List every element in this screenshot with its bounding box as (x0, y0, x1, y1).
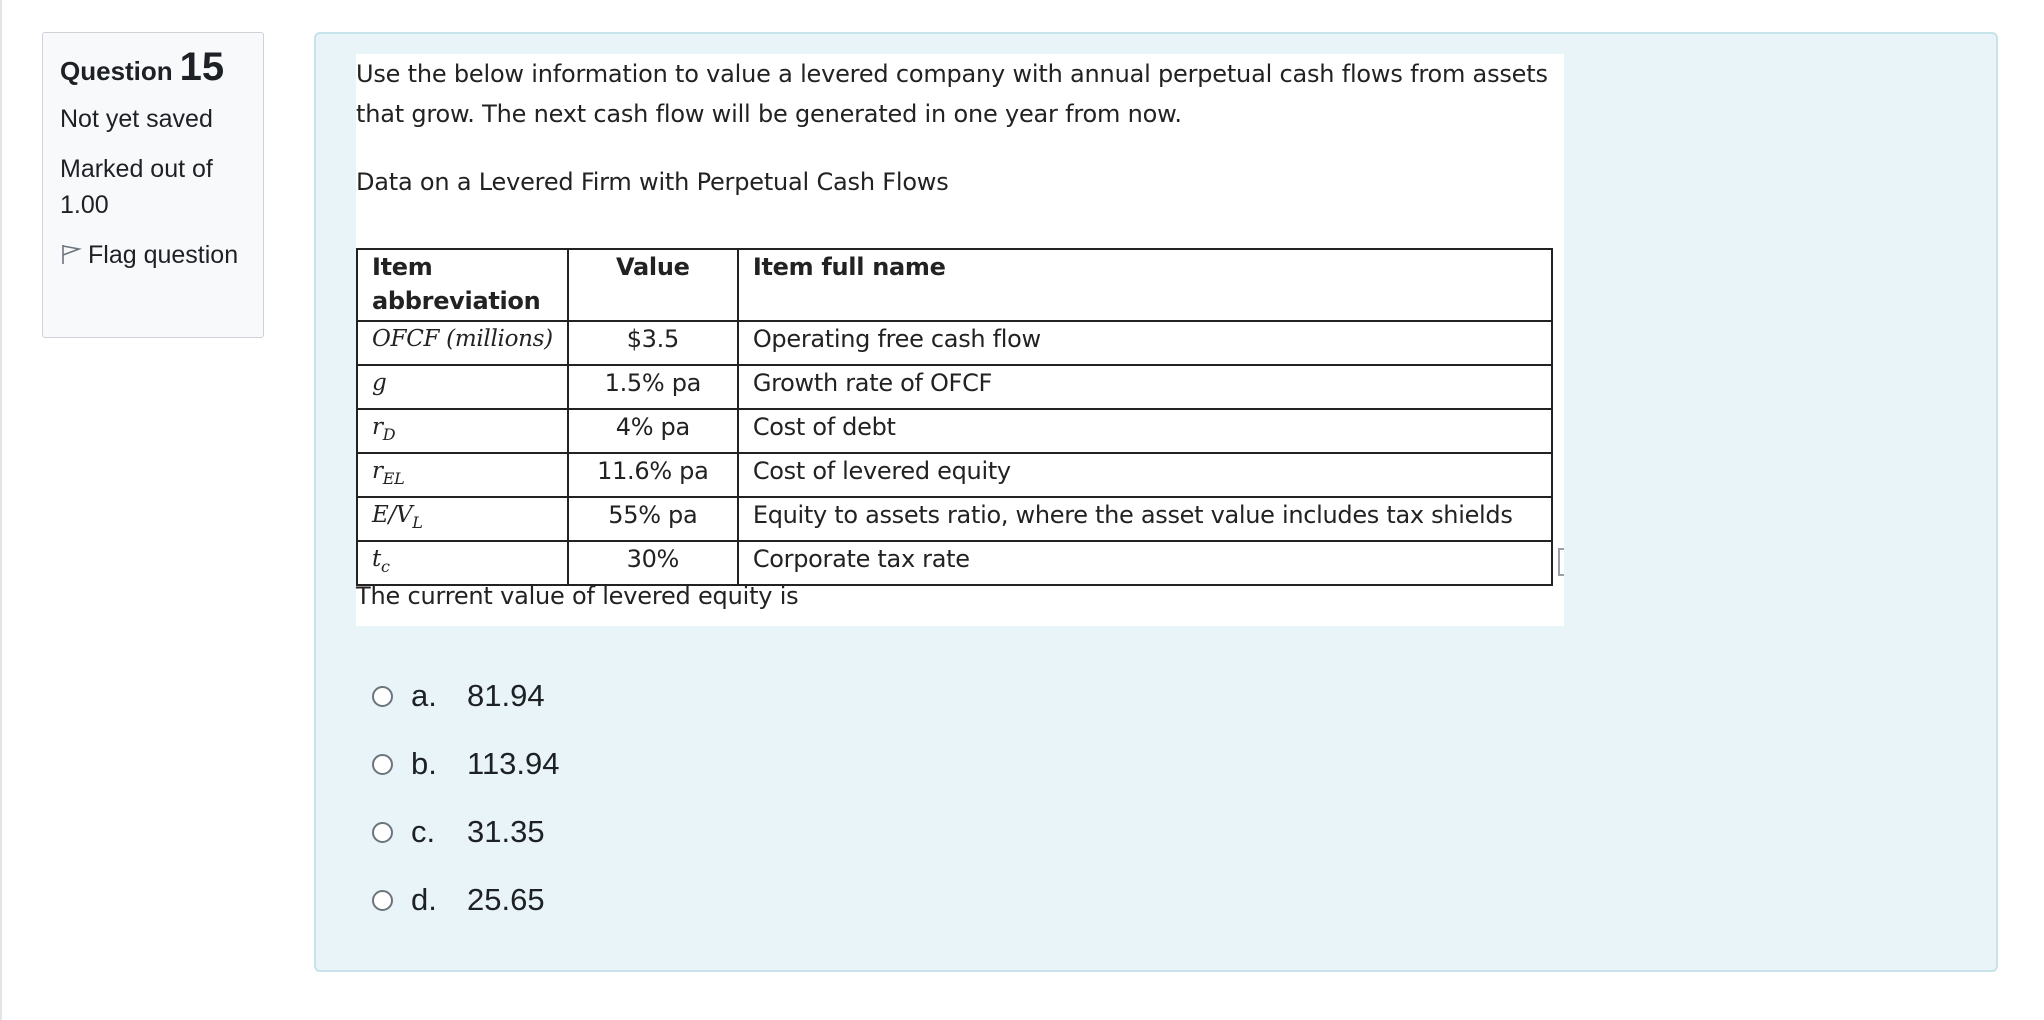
abbr-cell: tc (356, 540, 569, 586)
full-name-cell: Corporate tax rate (736, 540, 1553, 586)
column-header-full-name: Item full name (736, 248, 1553, 322)
image-resize-mark (1558, 548, 1564, 576)
save-status: Not yet saved (60, 105, 213, 133)
abbr-cell: rD (356, 408, 569, 454)
table-row: g 1.5% pa Growth rate of OFCF (356, 364, 1553, 410)
table-header-row: Item abbreviation Value Item full name (356, 248, 1553, 322)
radio-unchecked-icon[interactable] (372, 821, 393, 843)
table-caption: Data on a Levered Firm with Perpetual Ca… (356, 168, 949, 196)
answer-option-d[interactable]: d. 25.65 (372, 866, 560, 934)
question-info-panel: Question 15 Not yet saved Marked out of … (42, 32, 264, 338)
answer-letter: b. (411, 746, 437, 781)
abbr-cell: E/VL (356, 496, 569, 542)
answer-value: 113.94 (467, 746, 560, 781)
full-name-cell: Operating free cash flow (736, 320, 1553, 366)
abbr-text: r (372, 414, 383, 440)
answer-option-b[interactable]: b. 113.94 (372, 730, 560, 798)
question-label: Question (60, 56, 173, 86)
answer-option-c[interactable]: c. 31.35 (372, 798, 560, 866)
full-name-cell: Equity to assets ratio, where the asset … (736, 496, 1553, 542)
question-number: 15 (179, 45, 225, 89)
page-left-border (0, 0, 2, 1020)
abbr-text: E/V (372, 502, 413, 528)
value-cell: $3.5 (566, 320, 739, 366)
value-cell: 30% (566, 540, 739, 586)
marks-info: Marked out of 1.00 (60, 155, 213, 219)
answer-option-a[interactable]: a. 81.94 (372, 662, 560, 730)
answer-value: 25.65 (467, 882, 545, 917)
column-header-value: Value (566, 248, 739, 322)
answer-value: 31.35 (467, 814, 545, 849)
abbr-subscript: EL (382, 469, 405, 488)
abbr-cell: g (356, 364, 569, 410)
abbr-text: OFCF (millions) (372, 326, 553, 352)
column-header-abbreviation: Item abbreviation (356, 248, 569, 322)
abbr-cell: rEL (356, 452, 569, 498)
value-cell: 55% pa (566, 496, 739, 542)
table-row: rEL 11.6% pa Cost of levered equity (356, 452, 1553, 498)
flag-outline-icon (62, 245, 82, 264)
table-row: OFCF (millions) $3.5 Operating free cash… (356, 320, 1553, 366)
table-row: E/VL 55% pa Equity to assets ratio, wher… (356, 496, 1553, 542)
answer-letter: a. (411, 678, 437, 713)
abbr-subscript: D (382, 425, 396, 444)
radio-unchecked-icon[interactable] (372, 753, 393, 775)
answer-value: 81.94 (467, 678, 545, 713)
value-cell: 11.6% pa (566, 452, 739, 498)
value-cell: 4% pa (566, 408, 739, 454)
abbr-text: t (372, 546, 381, 572)
abbr-subscript: c (380, 557, 390, 576)
question-heading: Question 15 (60, 47, 247, 87)
flag-question-button[interactable]: Flag question (60, 237, 247, 273)
answer-letter: c. (411, 814, 436, 849)
radio-unchecked-icon[interactable] (372, 685, 393, 707)
abbr-text: g (372, 370, 387, 396)
abbr-text: r (372, 458, 383, 484)
answer-options: a. 81.94 b. 113.94 c. 31.35 d. 25.65 (372, 662, 560, 934)
radio-unchecked-icon[interactable] (372, 889, 393, 911)
abbr-cell: OFCF (millions) (356, 320, 569, 366)
flag-question-label: Flag question (88, 241, 239, 269)
value-cell: 1.5% pa (566, 364, 739, 410)
table-row: tc 30% Corporate tax rate (356, 540, 1553, 586)
data-table: Item abbreviation Value Item full name O… (356, 248, 1553, 586)
full-name-cell: Cost of debt (736, 408, 1553, 454)
question-stem: The current value of levered equity is (356, 582, 799, 610)
question-text-image: Use the below information to value a lev… (356, 54, 1564, 626)
full-name-cell: Cost of levered equity (736, 452, 1553, 498)
abbr-subscript: L (412, 513, 423, 532)
table-row: rD 4% pa Cost of debt (356, 408, 1553, 454)
question-intro: Use the below information to value a lev… (356, 60, 1548, 128)
answer-letter: d. (411, 882, 437, 917)
full-name-cell: Growth rate of OFCF (736, 364, 1553, 410)
